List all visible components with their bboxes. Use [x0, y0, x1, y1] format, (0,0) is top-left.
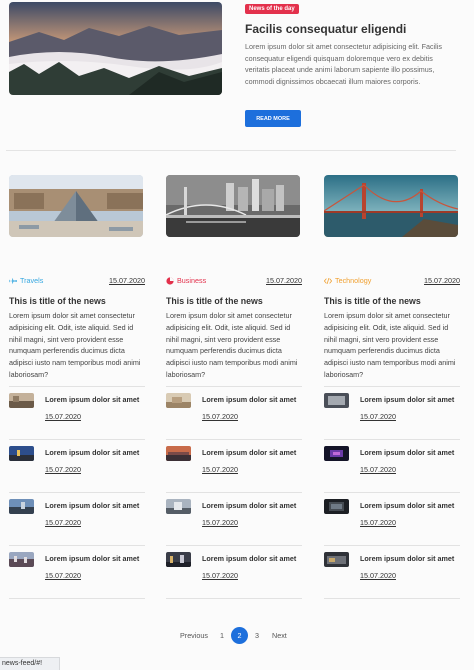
list-item-date[interactable]: 15.07.2020	[360, 571, 396, 580]
list-item-date[interactable]: 15.07.2020	[202, 465, 238, 474]
list-item-title[interactable]: Lorem ipsum dolor sit amet	[45, 554, 139, 563]
list-item[interactable]: Lorem ipsum dolor sit amet 15.07.2020	[324, 440, 460, 493]
featured-news: News of the day Facilis consequatur elig…	[9, 2, 464, 132]
page-3-link[interactable]: 3	[255, 631, 259, 640]
list-item-title[interactable]: Lorem ipsum dolor sit amet	[45, 395, 139, 404]
list-item-title[interactable]: Lorem ipsum dolor sit amet	[45, 448, 139, 457]
thumbnail	[9, 392, 34, 408]
thumbnail	[324, 445, 349, 461]
thumbnail	[324, 551, 349, 567]
list-item[interactable]: Lorem ipsum dolor sit amet 15.07.2020	[166, 493, 302, 546]
next-page-link[interactable]: Next	[272, 631, 287, 640]
category-travels[interactable]: Travels	[9, 276, 43, 285]
previous-page-link[interactable]: Previous	[180, 631, 208, 640]
page-1-link[interactable]: 1	[220, 631, 224, 640]
news-of-the-day-badge: News of the day	[245, 4, 299, 14]
featured-title[interactable]: Facilis consequatur eligendi	[245, 22, 406, 36]
news-title[interactable]: This is title of the news	[9, 296, 145, 306]
thumbnail	[324, 392, 349, 408]
featured-text: Lorem ipsum dolor sit amet consectetur a…	[245, 42, 442, 86]
list-item-title[interactable]: Lorem ipsum dolor sit amet	[360, 554, 454, 563]
category-technology[interactable]: Technology	[324, 276, 371, 285]
pagination: Previous 1 2 3 Next	[172, 627, 302, 645]
list-item-date[interactable]: 15.07.2020	[45, 518, 81, 527]
list-item[interactable]: Lorem ipsum dolor sit amet 15.07.2020	[166, 546, 302, 599]
list-item-date[interactable]: 15.07.2020	[45, 465, 81, 474]
news-title[interactable]: This is title of the news	[166, 296, 302, 306]
thumbnail	[166, 445, 191, 461]
list-item[interactable]: Lorem ipsum dolor sit amet 15.07.2020	[324, 387, 460, 440]
list-item-title[interactable]: Lorem ipsum dolor sit amet	[360, 501, 454, 510]
category-business[interactable]: Business	[166, 276, 206, 285]
thumbnail	[166, 392, 191, 408]
list-item-title[interactable]: Lorem ipsum dolor sit amet	[360, 395, 454, 404]
list-item-date[interactable]: 15.07.2020	[45, 412, 81, 421]
thumbnail	[324, 498, 349, 514]
list-item[interactable]: Lorem ipsum dolor sit amet 15.07.2020	[9, 387, 145, 440]
list-item-date[interactable]: 15.07.2020	[360, 465, 396, 474]
news-date[interactable]: 15.07.2020	[424, 276, 460, 285]
pie-chart-icon	[166, 276, 174, 285]
thumbnail	[9, 445, 34, 461]
list-item-title[interactable]: Lorem ipsum dolor sit amet	[202, 395, 296, 404]
news-image[interactable]	[9, 175, 143, 237]
plane-icon	[9, 277, 17, 284]
list-item-date[interactable]: 15.07.2020	[360, 412, 396, 421]
list-item-date[interactable]: 15.07.2020	[202, 412, 238, 421]
thumbnail	[166, 551, 191, 567]
list-item-date[interactable]: 15.07.2020	[45, 571, 81, 580]
list-item-title[interactable]: Lorem ipsum dolor sit amet	[202, 554, 296, 563]
news-column-business: Business 15.07.2020 This is title of the…	[166, 175, 302, 599]
list-item-title[interactable]: Lorem ipsum dolor sit amet	[360, 448, 454, 457]
page-2-active[interactable]: 2	[231, 627, 248, 644]
list-item[interactable]: Lorem ipsum dolor sit amet 15.07.2020	[166, 440, 302, 493]
thumbnail	[9, 498, 34, 514]
list-item-date[interactable]: 15.07.2020	[202, 518, 238, 527]
list-item[interactable]: Lorem ipsum dolor sit amet 15.07.2020	[166, 387, 302, 440]
news-date[interactable]: 15.07.2020	[266, 276, 302, 285]
list-item[interactable]: Lorem ipsum dolor sit amet 15.07.2020	[9, 546, 145, 599]
list-item-date[interactable]: 15.07.2020	[360, 518, 396, 527]
thumbnail	[166, 498, 191, 514]
status-bar-url: news-feed/#!	[0, 657, 60, 670]
news-image[interactable]	[324, 175, 458, 237]
section-divider	[6, 150, 456, 151]
list-item-title[interactable]: Lorem ipsum dolor sit amet	[202, 448, 296, 457]
read-more-button[interactable]: READ MORE	[245, 110, 301, 127]
news-text: Lorem ipsum dolor sit amet consectetur a…	[9, 311, 141, 379]
news-title[interactable]: This is title of the news	[324, 296, 460, 306]
list-item[interactable]: Lorem ipsum dolor sit amet 15.07.2020	[324, 546, 460, 599]
news-text: Lorem ipsum dolor sit amet consectetur a…	[166, 311, 298, 379]
list-item[interactable]: Lorem ipsum dolor sit amet 15.07.2020	[324, 493, 460, 546]
news-text: Lorem ipsum dolor sit amet consectetur a…	[324, 311, 456, 379]
code-icon	[324, 277, 332, 284]
news-column-technology: Technology 15.07.2020 This is title of t…	[324, 175, 460, 599]
news-date[interactable]: 15.07.2020	[109, 276, 145, 285]
thumbnail	[9, 551, 34, 567]
list-item-title[interactable]: Lorem ipsum dolor sit amet	[45, 501, 139, 510]
list-item-date[interactable]: 15.07.2020	[202, 571, 238, 580]
news-image[interactable]	[166, 175, 300, 237]
list-item[interactable]: Lorem ipsum dolor sit amet 15.07.2020	[9, 440, 145, 493]
list-item[interactable]: Lorem ipsum dolor sit amet 15.07.2020	[9, 493, 145, 546]
news-column-travels: Travels 15.07.2020 This is title of the …	[9, 175, 145, 599]
featured-image[interactable]	[9, 2, 222, 95]
list-item-title[interactable]: Lorem ipsum dolor sit amet	[202, 501, 296, 510]
